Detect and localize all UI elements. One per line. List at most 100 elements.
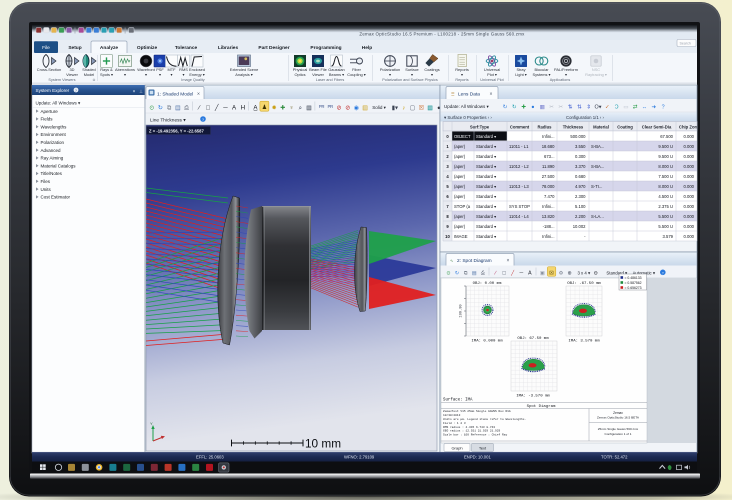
- svg-text:WFNO: 2.79109: WFNO: 2.79109: [344, 455, 375, 460]
- svg-text:✂: ✂: [549, 104, 554, 110]
- svg-text:H: H: [241, 104, 245, 111]
- svg-text:3.370: 3.370: [575, 164, 586, 169]
- svg-text:─: ─: [518, 271, 523, 277]
- svg-text:Cross-Section: Cross-Section: [37, 67, 61, 72]
- svg-text:Scale bar : 100 Referen: Scale bar : 100 Reference : Chief Ray: [443, 433, 507, 437]
- svg-text:▭: ▭: [623, 104, 628, 110]
- svg-text:Setup: Setup: [68, 45, 81, 51]
- svg-text:11011 - L1: 11011 - L1: [509, 144, 529, 149]
- svg-text:↻: ↻: [503, 104, 508, 110]
- svg-text:⊘: ⊘: [345, 104, 350, 111]
- svg-text:(aper): (aper): [454, 174, 466, 179]
- svg-text:✚: ✚: [521, 104, 526, 110]
- svg-text:Comment: Comment: [510, 124, 530, 129]
- svg-text:(aper): (aper): [454, 224, 466, 229]
- svg-text:7.470: 7.470: [544, 194, 555, 199]
- svg-text:25mm Single Gauss 560.zmx: 25mm Single Gauss 560.zmx: [598, 427, 639, 431]
- svg-text:Systems ▾: Systems ▾: [533, 72, 551, 77]
- svg-text:67.500: 67.500: [660, 134, 673, 139]
- svg-text:= 0.587562: = 0.587562: [625, 281, 642, 285]
- svg-text:O▾: O▾: [595, 104, 602, 110]
- svg-text:0.680: 0.680: [575, 174, 586, 179]
- svg-text:Infini...: Infini...: [542, 204, 554, 209]
- svg-text:ZemaxTest V15 25mm Single GAUS: ZemaxTest V15 25mm Single GAUSS Rev R1A: [443, 409, 511, 413]
- svg-text:2.300: 2.300: [575, 194, 586, 199]
- svg-text:⊘: ⊘: [337, 104, 342, 111]
- svg-text:100.00: 100.00: [460, 304, 464, 317]
- svg-text:?: ?: [75, 89, 77, 93]
- svg-text:▦: ▦: [306, 104, 312, 111]
- svg-text:5.500 U: 5.500 U: [658, 214, 673, 219]
- svg-text:Z = -19.492356, Y = -22.6587: Z = -19.492356, Y = -22.6587: [149, 128, 204, 133]
- svg-text:▾: ▾: [565, 72, 567, 77]
- svg-text:RMS radius : 4.345 6.743: RMS radius : 4.345 6.743 8.743: [443, 425, 495, 429]
- svg-text:2: Spot Diagram: 2: Spot Diagram: [457, 258, 492, 264]
- svg-text:System Explorer: System Explorer: [36, 88, 70, 93]
- svg-text:↻: ↻: [512, 104, 517, 110]
- svg-text:⧉: ⧉: [464, 271, 468, 277]
- svg-text:♪: ♪: [402, 105, 405, 111]
- svg-text:= 0.486133: = 0.486133: [625, 276, 642, 280]
- svg-text:(aper): (aper): [454, 194, 466, 199]
- svg-text:Polarization: Polarization: [41, 140, 65, 145]
- svg-text:✚: ✚: [280, 104, 285, 111]
- svg-text:Standard ▾: Standard ▾: [476, 134, 496, 139]
- svg-text:Update: All Windows ▾: Update: All Windows ▾: [36, 100, 82, 105]
- svg-text:×: ×: [507, 258, 510, 264]
- svg-text:(aper): (aper): [454, 184, 466, 189]
- svg-text:Zemax: Zemax: [613, 411, 623, 415]
- svg-text:Files: Files: [41, 179, 51, 184]
- svg-text:Material Catalogs: Material Catalogs: [41, 163, 77, 168]
- svg-text:Standard ▾: Standard ▾: [476, 194, 496, 199]
- svg-text:Wavelengths: Wavelengths: [41, 124, 68, 129]
- svg-text:?: ?: [202, 118, 204, 122]
- svg-text:4.970: 4.970: [575, 184, 586, 189]
- svg-text:5.500 U: 5.500 U: [658, 224, 673, 229]
- svg-text:▾: ▾: [133, 89, 135, 94]
- svg-text:▤: ▤: [472, 271, 477, 277]
- svg-text:Standard ▾: Standard ▾: [476, 144, 496, 149]
- svg-text:10 mm: 10 mm: [305, 436, 341, 450]
- svg-text:500.000: 500.000: [570, 134, 586, 139]
- svg-text:Infini...: Infini...: [542, 134, 554, 139]
- svg-text:⚙: ⚙: [559, 271, 564, 277]
- svg-text:Viewer: Viewer: [66, 72, 79, 77]
- svg-text:4.500 U: 4.500 U: [658, 194, 673, 199]
- svg-text:×: ×: [197, 91, 200, 97]
- svg-text:8.000 U: 8.000 U: [658, 184, 673, 189]
- svg-text:673...: 673...: [544, 154, 554, 159]
- svg-text:3.550: 3.550: [575, 144, 586, 149]
- svg-text:Polarization and Surface Physi: Polarization and Surface Physics: [382, 78, 438, 82]
- svg-text:⎙: ⎙: [184, 104, 189, 111]
- svg-text:Analyze: Analyze: [100, 45, 118, 51]
- svg-text:↻: ↻: [158, 104, 163, 111]
- svg-text:OBJECT: OBJECT: [454, 134, 471, 139]
- svg-text:Clear Semi-Dia: Clear Semi-Dia: [642, 124, 672, 129]
- svg-text:2.375 U: 2.375 U: [658, 204, 673, 209]
- svg-text:Search: Search: [680, 42, 691, 46]
- svg-text:7.500 U: 7.500 U: [658, 174, 673, 179]
- svg-text:Viewer: Viewer: [312, 72, 325, 77]
- svg-text:▾: ▾: [171, 72, 173, 77]
- svg-text:Model: Model: [84, 72, 95, 77]
- svg-text:Solid ▾: Solid ▾: [372, 105, 386, 110]
- svg-text:10: 10: [445, 234, 450, 239]
- svg-text:Standard ▾: Standard ▾: [476, 174, 496, 179]
- svg-text:0.000: 0.000: [684, 174, 695, 179]
- svg-text:☒: ☒: [549, 270, 554, 276]
- svg-text:▤: ▤: [175, 104, 181, 111]
- svg-text:⇅: ⇅: [568, 104, 573, 110]
- svg-text:OBJ: 67.50 mm: OBJ: 67.50 mm: [517, 337, 549, 341]
- svg-text:0.000: 0.000: [684, 134, 695, 139]
- svg-text:Standard ▾: Standard ▾: [476, 214, 496, 219]
- svg-text:0.000: 0.000: [684, 184, 695, 189]
- svg-text:Energy ▾: Energy ▾: [189, 72, 204, 77]
- svg-text:EFFL: 25.0603: EFFL: 25.0603: [196, 455, 224, 460]
- svg-text:0.300: 0.300: [575, 154, 586, 159]
- svg-text:5.100: 5.100: [575, 204, 586, 209]
- svg-text:IMA: -3.570 mm: IMA: -3.570 mm: [516, 395, 550, 399]
- svg-text:11014 - L4: 11014 - L4: [509, 214, 529, 219]
- svg-text:Configuration 1 of 1: Configuration 1 of 1: [604, 432, 631, 436]
- svg-text:0.000: 0.000: [684, 194, 695, 199]
- svg-text:10/30/2013: 10/30/2013: [443, 413, 461, 417]
